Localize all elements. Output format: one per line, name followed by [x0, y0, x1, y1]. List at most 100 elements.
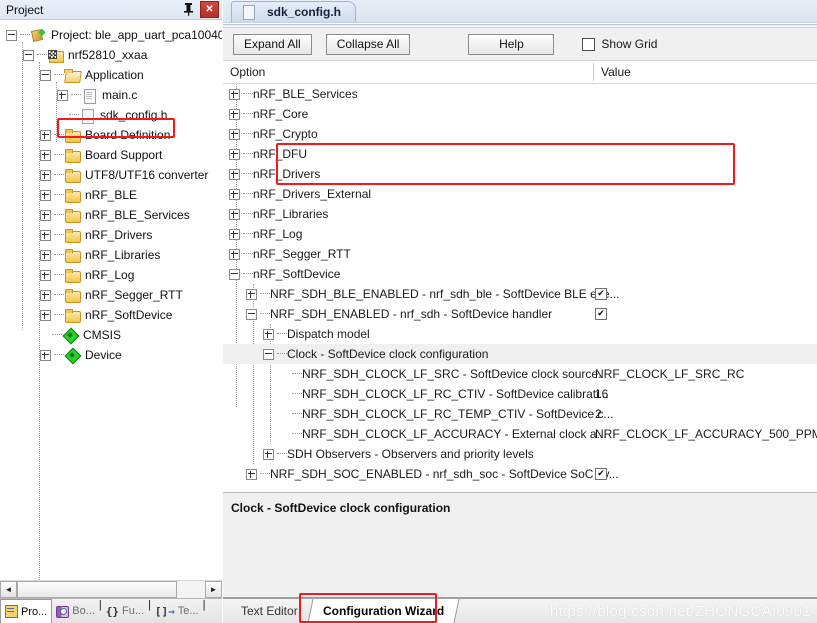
scroll-track[interactable]	[17, 581, 205, 598]
option-expander-plus-icon[interactable]	[229, 208, 240, 220]
option-row[interactable]: NRF_SDH_BLE_ENABLED - nrf_sdh_ble - Soft…	[223, 284, 817, 304]
option-row[interactable]: nRF_BLE_Services	[223, 84, 817, 104]
pin-icon[interactable]	[180, 2, 196, 18]
option-expander-plus-icon[interactable]	[229, 148, 240, 160]
option-value-cell[interactable]: 16	[595, 384, 608, 404]
option-row[interactable]: nRF_Drivers_External	[223, 184, 817, 204]
option-row[interactable]: nRF_Log	[223, 224, 817, 244]
show-grid-checkbox[interactable]	[582, 37, 596, 51]
project-tree-item-nrf-ble[interactable]: nRF_BLE	[0, 185, 222, 205]
option-row[interactable]: nRF_SoftDevice	[223, 264, 817, 284]
option-value-cell[interactable]: NRF_CLOCK_LF_SRC_RC	[595, 364, 744, 384]
expand-all-button[interactable]: Expand All	[233, 33, 312, 55]
tree-expander-plus-icon[interactable]	[40, 129, 51, 141]
option-expander-plus-icon[interactable]	[229, 248, 240, 260]
tab-functions[interactable]: {} Fu...	[102, 599, 148, 623]
tree-expander-plus-icon[interactable]	[40, 289, 51, 301]
option-row[interactable]: NRF_SDH_CLOCK_LF_ACCURACY - External clo…	[223, 424, 817, 444]
option-row[interactable]: NRF_SDH_CLOCK_LF_RC_TEMP_CTIV - SoftDevi…	[223, 404, 817, 424]
option-expander-minus-icon[interactable]	[263, 348, 274, 360]
document-tab-sdk-config[interactable]: sdk_config.h	[231, 1, 357, 22]
project-horizontal-scrollbar[interactable]: ◄ ►	[0, 580, 222, 598]
option-expander-plus-icon[interactable]	[229, 228, 240, 240]
option-expander-plus-icon[interactable]	[263, 328, 274, 340]
project-tree-item-nrf-libraries[interactable]: nRF_Libraries	[0, 245, 222, 265]
project-tree-item-main-c[interactable]: main.c	[0, 85, 222, 105]
project-tree-item-board-definition[interactable]: Board Definition	[0, 125, 222, 145]
option-row[interactable]: NRF_SDH_SOC_ENABLED - nrf_sdh_soc - Soft…	[223, 464, 817, 484]
option-expander-minus-icon[interactable]	[246, 308, 257, 320]
option-expander-plus-icon[interactable]	[246, 288, 257, 300]
tree-expander-plus-icon[interactable]	[40, 149, 51, 161]
show-grid-control[interactable]: Show Grid	[582, 37, 657, 51]
tree-connector	[71, 94, 81, 96]
project-tree-item-project-ble-app-uart-pca10040e[interactable]: Project: ble_app_uart_pca10040e	[0, 25, 222, 45]
tab-text-editor[interactable]: Text Editor	[229, 599, 310, 623]
tree-expander-minus-icon[interactable]	[6, 29, 17, 41]
option-value-cell[interactable]: ✔	[595, 464, 607, 484]
tree-expander-plus-icon[interactable]	[40, 269, 51, 281]
option-expander-plus-icon[interactable]	[229, 88, 240, 100]
help-button[interactable]: Help	[468, 33, 555, 55]
project-tree-item-nrf-segger-rtt[interactable]: nRF_Segger_RTT	[0, 285, 222, 305]
option-row[interactable]: NRF_SDH_ENABLED - nrf_sdh - SoftDevice h…	[223, 304, 817, 324]
option-row[interactable]: Dispatch model	[223, 324, 817, 344]
tree-expander-plus-icon[interactable]	[40, 309, 51, 321]
option-expander-plus-icon[interactable]	[246, 468, 257, 480]
project-tree-item-nrf-log[interactable]: nRF_Log	[0, 265, 222, 285]
project-tree-item-cmsis[interactable]: CMSIS	[0, 325, 222, 345]
project-tree-item-utf8-utf16-converter[interactable]: UTF8/UTF16 converter	[0, 165, 222, 185]
scroll-left-arrow[interactable]: ◄	[0, 581, 17, 598]
option-value-cell[interactable]: ✔	[595, 284, 607, 304]
option-row[interactable]: nRF_DFU	[223, 144, 817, 164]
option-expander-plus-icon[interactable]	[229, 108, 240, 120]
tree-expander-minus-icon[interactable]	[23, 49, 34, 61]
option-checkbox-checked[interactable]: ✔	[595, 468, 607, 480]
option-row[interactable]: nRF_Crypto	[223, 124, 817, 144]
project-tree-item-nrf52810-xxaa[interactable]: nrf52810_xxaa	[0, 45, 222, 65]
option-row[interactable]: nRF_Drivers	[223, 164, 817, 184]
option-value-cell[interactable]: NRF_CLOCK_LF_ACCURACY_500_PPM	[595, 424, 817, 444]
tab-templates[interactable]: []→ Te...	[151, 599, 203, 623]
tree-expander-plus-icon[interactable]	[40, 249, 51, 261]
option-row[interactable]: nRF_Core	[223, 104, 817, 124]
tree-expander-plus-icon[interactable]	[40, 209, 51, 221]
tree-expander-plus-icon[interactable]	[40, 189, 51, 201]
project-tree-item-nrf-softdevice[interactable]: nRF_SoftDevice	[0, 305, 222, 325]
project-tree-item-nrf-drivers[interactable]: nRF_Drivers	[0, 225, 222, 245]
tree-expander-plus-icon[interactable]	[40, 349, 51, 361]
project-tree-item-nrf-ble-services[interactable]: nRF_BLE_Services	[0, 205, 222, 225]
scroll-thumb[interactable]	[17, 581, 177, 598]
option-row[interactable]: NRF_SDH_CLOCK_LF_SRC - SoftDevice clock …	[223, 364, 817, 384]
tree-expander-plus-icon[interactable]	[40, 169, 51, 181]
option-expander-minus-icon[interactable]	[229, 268, 240, 280]
option-row[interactable]: nRF_Segger_RTT	[223, 244, 817, 264]
option-checkbox-checked[interactable]: ✔	[595, 288, 607, 300]
tree-expander-plus-icon[interactable]	[57, 89, 68, 101]
option-row[interactable]: Clock - SoftDevice clock configuration	[223, 344, 817, 364]
option-expander-plus-icon[interactable]	[263, 448, 274, 460]
option-row[interactable]: NRF_SDH_CLOCK_LF_RC_CTIV - SoftDevice ca…	[223, 384, 817, 404]
collapse-all-button[interactable]: Collapse All	[325, 33, 411, 55]
project-tree-item-device[interactable]: Device	[0, 345, 222, 365]
project-tree-item-board-support[interactable]: Board Support	[0, 145, 222, 165]
tree-expander-plus-icon[interactable]	[40, 229, 51, 241]
option-value-cell[interactable]: ✔	[595, 304, 607, 324]
project-tree[interactable]: Project: ble_app_uart_pca10040e nrf52810_…	[0, 20, 222, 580]
tab-configuration-wizard[interactable]: Configuration Wizard	[307, 599, 460, 623]
option-value-cell[interactable]: 2	[595, 404, 602, 424]
tree-expander-minus-icon[interactable]	[40, 69, 51, 81]
project-tree-item-application[interactable]: Application	[0, 65, 222, 85]
option-row[interactable]: SDH Observers - Observers and priority l…	[223, 444, 817, 464]
option-row[interactable]: nRF_Libraries	[223, 204, 817, 224]
tab-bookmarks[interactable]: Bo...	[52, 599, 99, 623]
project-tree-item-sdk-config-h[interactable]: sdk_config.h	[0, 105, 222, 125]
option-expander-plus-icon[interactable]	[229, 188, 240, 200]
option-expander-plus-icon[interactable]	[229, 128, 240, 140]
option-checkbox-checked[interactable]: ✔	[595, 308, 607, 320]
tab-project[interactable]: Pro...	[0, 599, 53, 623]
option-expander-plus-icon[interactable]	[229, 168, 240, 180]
option-tree[interactable]: nRF_BLE_Services nRF_Core nRF_Crypto nRF_DF…	[223, 84, 817, 492]
scroll-right-arrow[interactable]: ►	[205, 581, 222, 598]
close-icon[interactable]: ✕	[200, 1, 219, 18]
